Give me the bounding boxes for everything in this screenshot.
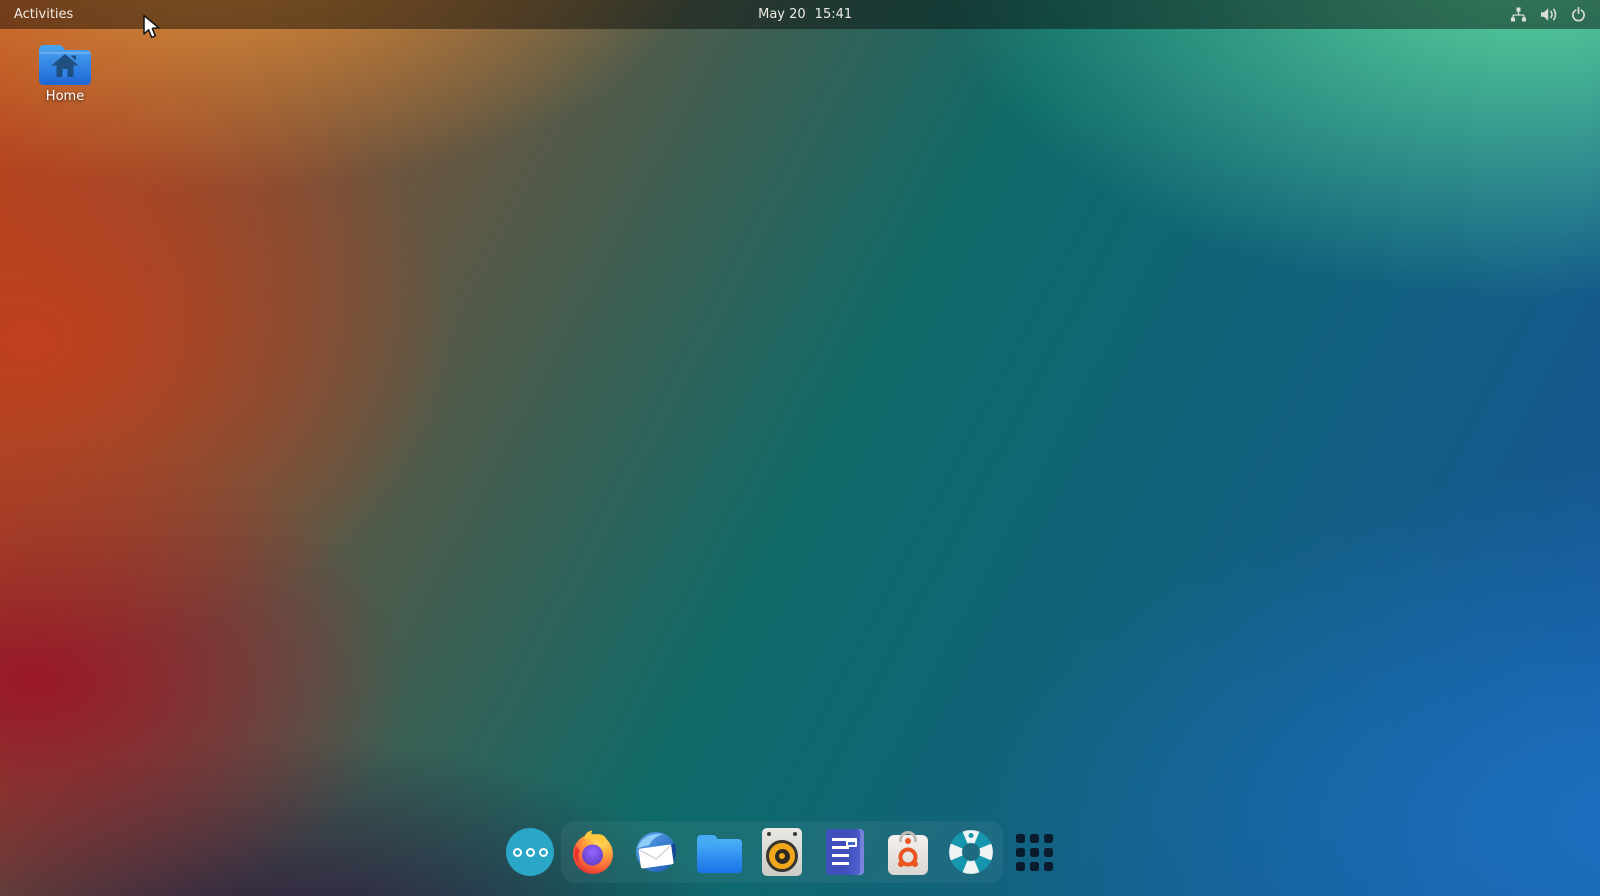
dock-item-rhythmbox[interactable] bbox=[758, 828, 806, 876]
clock-date: May 20 bbox=[758, 7, 806, 22]
dock-item-thunderbird[interactable] bbox=[632, 828, 680, 876]
top-bar: Activities May 20 15:41 bbox=[0, 0, 1600, 29]
firefox-icon bbox=[569, 828, 617, 876]
home-shortcut-label: Home bbox=[46, 89, 84, 104]
dock-item-ubuntu-software[interactable] bbox=[884, 828, 932, 876]
dock bbox=[0, 828, 1600, 876]
dock-item-dots-app[interactable] bbox=[506, 828, 554, 876]
clock-button[interactable]: May 20 15:41 bbox=[758, 0, 852, 29]
network-icon bbox=[1510, 7, 1527, 22]
dock-item-app-grid[interactable] bbox=[1010, 828, 1058, 876]
rhythmbox-speaker-icon bbox=[762, 828, 802, 876]
clock-time: 15:41 bbox=[815, 7, 852, 22]
dock-item-files[interactable] bbox=[695, 828, 743, 876]
app-grid-icon bbox=[1016, 834, 1053, 871]
home-shortcut[interactable]: Home bbox=[34, 42, 96, 104]
system-status-area[interactable] bbox=[1510, 0, 1600, 29]
home-folder-icon bbox=[38, 42, 92, 86]
desktop: { "top_bar": { "activities_label": "Acti… bbox=[0, 0, 1600, 896]
files-folder-icon bbox=[697, 839, 742, 873]
ubuntu-software-bag-icon bbox=[888, 835, 928, 875]
volume-icon bbox=[1540, 7, 1558, 22]
libreoffice-writer-icon bbox=[826, 829, 864, 875]
three-dots-app-icon bbox=[506, 828, 554, 876]
power-icon bbox=[1571, 7, 1586, 22]
help-lifebuoy-icon bbox=[949, 830, 993, 874]
dock-item-firefox[interactable] bbox=[569, 828, 617, 876]
dock-item-help[interactable] bbox=[947, 828, 995, 876]
activities-button[interactable]: Activities bbox=[0, 0, 87, 29]
thunderbird-icon bbox=[632, 828, 680, 876]
dock-item-libreoffice-writer[interactable] bbox=[821, 828, 869, 876]
